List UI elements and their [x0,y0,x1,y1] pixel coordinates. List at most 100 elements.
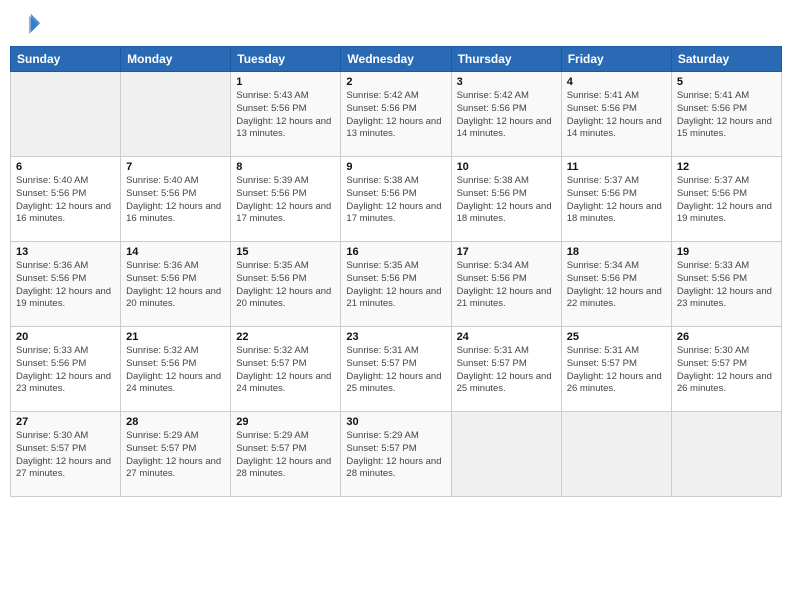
calendar-cell [671,412,781,497]
day-number: 26 [677,331,776,343]
page-header [10,10,782,38]
calendar-cell: 21 Sunrise: 5:32 AMSunset: 5:56 PMDayligh… [121,327,231,412]
day-info: Sunrise: 5:30 AMSunset: 5:57 PMDaylight:… [16,430,115,481]
calendar-cell: 29 Sunrise: 5:29 AMSunset: 5:57 PMDayligh… [231,412,341,497]
calendar-cell: 17 Sunrise: 5:34 AMSunset: 5:56 PMDayligh… [451,242,561,327]
day-info: Sunrise: 5:41 AMSunset: 5:56 PMDaylight:… [677,90,776,141]
weekday-header-tuesday: Tuesday [231,47,341,72]
day-number: 29 [236,416,335,428]
day-info: Sunrise: 5:29 AMSunset: 5:57 PMDaylight:… [126,430,225,481]
day-info: Sunrise: 5:37 AMSunset: 5:56 PMDaylight:… [567,175,666,226]
weekday-header-friday: Friday [561,47,671,72]
calendar-cell: 30 Sunrise: 5:29 AMSunset: 5:57 PMDayligh… [341,412,451,497]
day-info: Sunrise: 5:40 AMSunset: 5:56 PMDaylight:… [126,175,225,226]
calendar-cell: 1Sunrise: 5:43 AMSunset: 5:56 PMDaylight… [231,72,341,157]
day-number: 5 [677,76,776,88]
week-row-3: 13 Sunrise: 5:36 AMSunset: 5:56 PMDayligh… [11,242,782,327]
calendar-cell: 22Sunrise: 5:32 AMSunset: 5:57 PMDayligh… [231,327,341,412]
week-row-2: 6 Sunrise: 5:40 AMSunset: 5:56 PMDaylight… [11,157,782,242]
calendar-cell: 2 Sunrise: 5:42 AMSunset: 5:56 PMDaylight… [341,72,451,157]
calendar-cell: 13 Sunrise: 5:36 AMSunset: 5:56 PMDayligh… [11,242,121,327]
day-number: 6 [16,161,115,173]
day-info: Sunrise: 5:38 AMSunset: 5:56 PMDaylight:… [346,175,445,226]
weekday-header-thursday: Thursday [451,47,561,72]
day-number: 2 [346,76,445,88]
day-info: Sunrise: 5:36 AMSunset: 5:56 PMDaylight:… [126,260,225,311]
calendar-cell: 14Sunrise: 5:36 AMSunset: 5:56 PMDayligh… [121,242,231,327]
calendar-cell: 19 Sunrise: 5:33 AMSunset: 5:56 PMDayligh… [671,242,781,327]
calendar-cell [11,72,121,157]
calendar-cell: 20 Sunrise: 5:33 AMSunset: 5:56 PMDayligh… [11,327,121,412]
day-number: 13 [16,246,115,258]
day-info: Sunrise: 5:29 AMSunset: 5:57 PMDaylight:… [236,430,335,481]
calendar-cell: 15 Sunrise: 5:35 AMSunset: 5:56 PMDayligh… [231,242,341,327]
calendar-cell: 24 Sunrise: 5:31 AMSunset: 5:57 PMDayligh… [451,327,561,412]
calendar-cell: 7 Sunrise: 5:40 AMSunset: 5:56 PMDaylight… [121,157,231,242]
logo-icon [14,10,42,38]
day-number: 19 [677,246,776,258]
day-number: 7 [126,161,225,173]
day-number: 30 [346,416,445,428]
day-info: Sunrise: 5:33 AMSunset: 5:56 PMDaylight:… [677,260,776,311]
day-info: Sunrise: 5:31 AMSunset: 5:57 PMDaylight:… [567,345,666,396]
weekday-header-monday: Monday [121,47,231,72]
day-info: Sunrise: 5:39 AMSunset: 5:56 PMDaylight:… [236,175,335,226]
day-number: 25 [567,331,666,343]
day-info: Sunrise: 5:31 AMSunset: 5:57 PMDaylight:… [346,345,445,396]
day-info: Sunrise: 5:40 AMSunset: 5:56 PMDaylight:… [16,175,115,226]
calendar-cell: 4 Sunrise: 5:41 AMSunset: 5:56 PMDaylight… [561,72,671,157]
day-info: Sunrise: 5:29 AMSunset: 5:57 PMDaylight:… [346,430,445,481]
day-info: Sunrise: 5:32 AMSunset: 5:57 PMDaylight:… [236,345,335,396]
day-info: Sunrise: 5:35 AMSunset: 5:56 PMDaylight:… [236,260,335,311]
day-number: 10 [457,161,556,173]
weekday-header-wednesday: Wednesday [341,47,451,72]
calendar-cell [121,72,231,157]
day-info: Sunrise: 5:31 AMSunset: 5:57 PMDaylight:… [457,345,556,396]
day-info: Sunrise: 5:34 AMSunset: 5:56 PMDaylight:… [457,260,556,311]
day-number: 16 [346,246,445,258]
day-number: 4 [567,76,666,88]
day-number: 21 [126,331,225,343]
day-number: 15 [236,246,335,258]
weekday-header-saturday: Saturday [671,47,781,72]
day-info: Sunrise: 5:42 AMSunset: 5:56 PMDaylight:… [346,90,445,141]
calendar-cell: 3Sunrise: 5:42 AMSunset: 5:56 PMDaylight… [451,72,561,157]
day-number: 24 [457,331,556,343]
day-info: Sunrise: 5:38 AMSunset: 5:56 PMDaylight:… [457,175,556,226]
day-number: 8 [236,161,335,173]
day-info: Sunrise: 5:36 AMSunset: 5:56 PMDaylight:… [16,260,115,311]
calendar-cell: 28 Sunrise: 5:29 AMSunset: 5:57 PMDayligh… [121,412,231,497]
day-info: Sunrise: 5:41 AMSunset: 5:56 PMDaylight:… [567,90,666,141]
day-number: 12 [677,161,776,173]
day-number: 20 [16,331,115,343]
calendar-cell: 5 Sunrise: 5:41 AMSunset: 5:56 PMDaylight… [671,72,781,157]
calendar-table: SundayMondayTuesdayWednesdayThursdayFrid… [10,46,782,497]
day-number: 3 [457,76,556,88]
calendar-cell: 26 Sunrise: 5:30 AMSunset: 5:57 PMDayligh… [671,327,781,412]
calendar-cell: 11 Sunrise: 5:37 AMSunset: 5:56 PMDayligh… [561,157,671,242]
calendar-cell: 27Sunrise: 5:30 AMSunset: 5:57 PMDayligh… [11,412,121,497]
weekday-header-row: SundayMondayTuesdayWednesdayThursdayFrid… [11,47,782,72]
calendar-cell: 12 Sunrise: 5:37 AMSunset: 5:56 PMDayligh… [671,157,781,242]
day-number: 28 [126,416,225,428]
day-number: 18 [567,246,666,258]
day-info: Sunrise: 5:30 AMSunset: 5:57 PMDaylight:… [677,345,776,396]
calendar-cell: 16 Sunrise: 5:35 AMSunset: 5:56 PMDayligh… [341,242,451,327]
day-info: Sunrise: 5:37 AMSunset: 5:56 PMDaylight:… [677,175,776,226]
week-row-4: 20 Sunrise: 5:33 AMSunset: 5:56 PMDayligh… [11,327,782,412]
calendar-cell: 9Sunrise: 5:38 AMSunset: 5:56 PMDaylight… [341,157,451,242]
day-number: 11 [567,161,666,173]
calendar-cell: 18 Sunrise: 5:34 AMSunset: 5:56 PMDayligh… [561,242,671,327]
day-info: Sunrise: 5:33 AMSunset: 5:56 PMDaylight:… [16,345,115,396]
day-info: Sunrise: 5:34 AMSunset: 5:56 PMDaylight:… [567,260,666,311]
logo [14,10,46,38]
day-info: Sunrise: 5:35 AMSunset: 5:56 PMDaylight:… [346,260,445,311]
calendar-cell [451,412,561,497]
calendar-cell [561,412,671,497]
calendar-cell: 10 Sunrise: 5:38 AMSunset: 5:56 PMDayligh… [451,157,561,242]
calendar-cell: 25 Sunrise: 5:31 AMSunset: 5:57 PMDayligh… [561,327,671,412]
day-info: Sunrise: 5:32 AMSunset: 5:56 PMDaylight:… [126,345,225,396]
day-number: 23 [346,331,445,343]
day-number: 17 [457,246,556,258]
week-row-5: 27Sunrise: 5:30 AMSunset: 5:57 PMDayligh… [11,412,782,497]
